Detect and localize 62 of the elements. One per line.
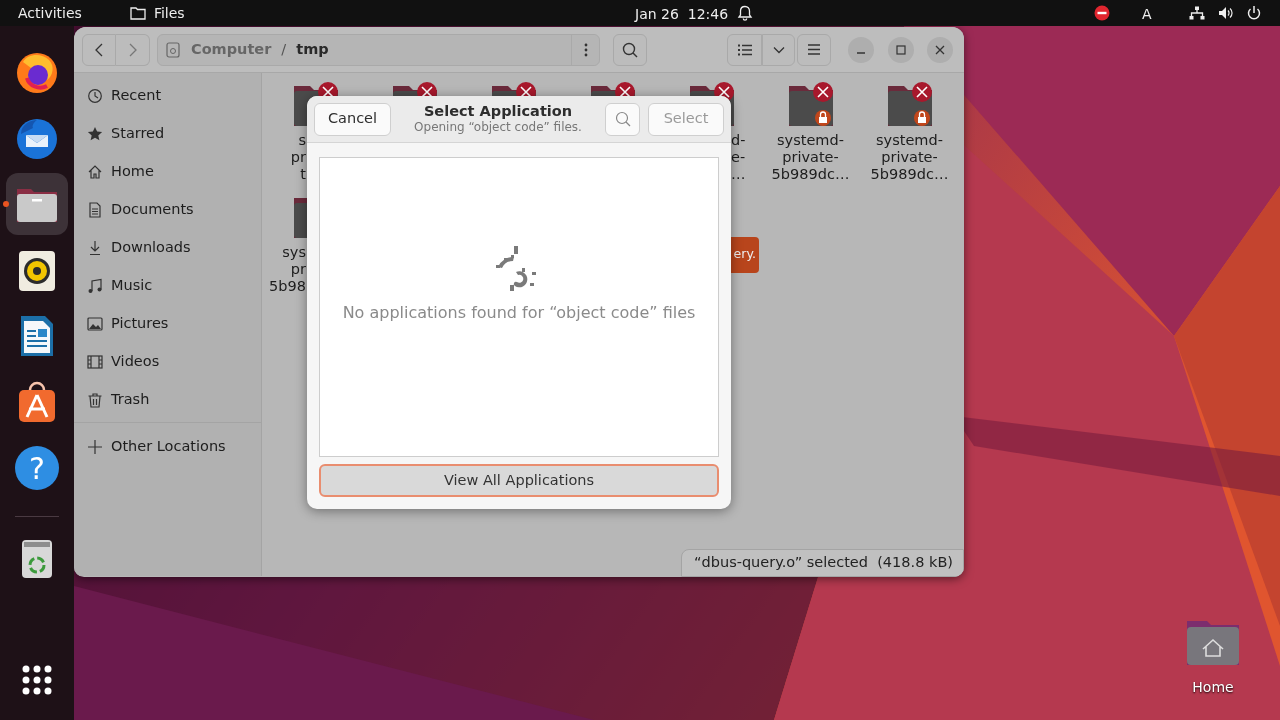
list-icon — [737, 43, 752, 56]
sidebar-item[interactable]: Home — [74, 153, 261, 191]
empty-message: No applications found for “object code” files — [342, 302, 696, 324]
close-button[interactable] — [927, 36, 953, 63]
dialog-subtitle: Opening “object code” files. — [413, 119, 583, 135]
sidebar-item[interactable]: Trash — [74, 381, 261, 419]
dock-item[interactable] — [6, 173, 68, 235]
desktop-icon-label[interactable]: Home — [1192, 677, 1234, 698]
music-note-icon — [87, 278, 103, 294]
picture-icon — [87, 316, 103, 332]
download-icon — [87, 240, 103, 256]
drive-icon — [166, 41, 180, 58]
folder-icon — [129, 6, 146, 20]
search-icon — [614, 111, 631, 127]
running-indicator — [3, 201, 9, 207]
app-grid-icon[interactable] — [22, 665, 52, 695]
sidebar-item[interactable]: Other Locations — [74, 428, 261, 466]
document-icon — [87, 202, 103, 218]
view-all-applications-button[interactable]: View All Applications — [319, 464, 719, 497]
film-icon — [87, 354, 103, 370]
chevron-down-icon — [772, 45, 785, 54]
main-menu-button[interactable] — [797, 33, 831, 66]
sidebar-item[interactable]: Music — [74, 267, 261, 305]
minimize-button[interactable] — [848, 36, 874, 63]
volume-icon — [1218, 6, 1234, 20]
sidebar-item[interactable]: Recent — [74, 77, 261, 115]
sidebar-item[interactable]: Downloads — [74, 229, 261, 267]
help-icon: ? — [15, 446, 59, 490]
menu-icon — [808, 44, 820, 55]
dialog-title: Select Application — [422, 103, 574, 119]
list-view-button[interactable] — [727, 33, 762, 66]
maximize-icon — [896, 44, 906, 55]
power-icon — [1246, 5, 1262, 21]
plus-icon — [87, 439, 103, 455]
bell-icon — [737, 5, 753, 21]
trash-icon — [87, 392, 103, 408]
file-name[interactable]: systemd- private- 5b989dc… — [761, 132, 860, 183]
do-not-disturb-icon — [1094, 5, 1110, 21]
keyboard-layout-indicator[interactable]: A — [1142, 4, 1152, 25]
close-icon — [935, 44, 945, 55]
search-icon — [622, 41, 638, 58]
activities-button[interactable]: Activities — [18, 2, 82, 24]
clock-icon — [87, 88, 103, 104]
sidebar-item[interactable]: Videos — [74, 343, 261, 381]
sidebar-item[interactable]: Documents — [74, 191, 261, 229]
network-icon — [1189, 6, 1205, 20]
sidebar-item[interactable]: Pictures — [74, 305, 261, 343]
status-bar: “dbus-query.o” selected (418.8 kB) — [681, 549, 964, 577]
cancel-button[interactable]: Cancel — [314, 102, 391, 136]
sidebar-item[interactable]: Starred — [74, 115, 261, 153]
file-name[interactable]: systemd- private- 5b989dc… — [860, 132, 959, 183]
search-button[interactable] — [613, 33, 647, 66]
kebab-menu-icon — [583, 42, 588, 57]
minimize-icon — [856, 51, 866, 54]
home-icon — [87, 164, 103, 180]
clock[interactable]: Jan 26 12:46 — [635, 4, 729, 25]
app-menu-label[interactable]: Files — [153, 2, 185, 24]
maximize-button[interactable] — [888, 36, 914, 63]
star-icon — [87, 126, 103, 142]
path-separator: / — [281, 39, 287, 59]
home-folder-icon[interactable] — [1185, 619, 1241, 667]
path-segment[interactable]: tmp — [296, 38, 329, 61]
